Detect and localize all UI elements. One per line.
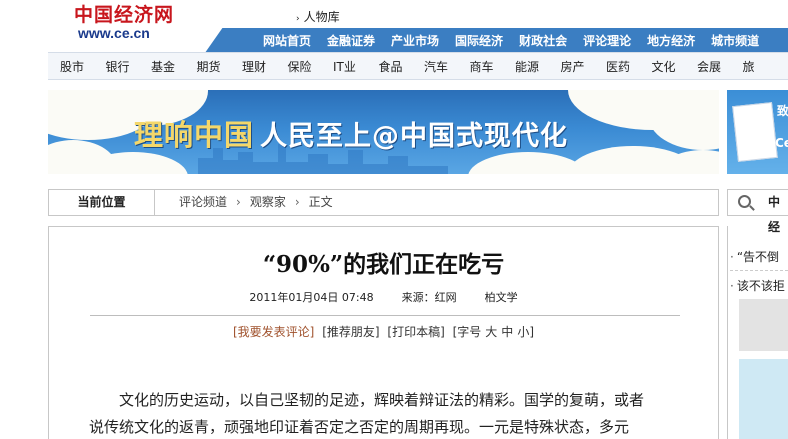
article-author: 柏文学 <box>484 291 518 304</box>
article-paragraph: 说传统文化的返青，顽强地印证着否定之否定的周期再现。一元是特殊状态，多元 <box>89 418 630 436</box>
banner-title: 理响中国 人民至上@中国式现代化 <box>134 112 568 154</box>
side-headline-text: “告不倒 <box>736 250 780 264</box>
main-nav-item-city[interactable]: 城市频道 <box>703 32 767 49</box>
main-nav-item-local-economy[interactable]: 地方经济 <box>639 32 703 49</box>
side-banner-text-bottom: Ce <box>775 136 788 150</box>
sub-nav-item-food[interactable]: 食品 <box>379 58 425 75</box>
sub-nav-item-auto[interactable]: 汽车 <box>424 58 470 75</box>
print-article-link[interactable]: [打印本稿] <box>387 325 444 339</box>
side-search-label: 中经 <box>768 195 781 234</box>
main-nav: 网站首页 金融证券 产业市场 国际经济 财政社会 评论理论 地方经济 城市频道 <box>225 28 788 52</box>
main-nav-item-industry[interactable]: 产业市场 <box>383 32 447 49</box>
sub-nav-item-medicine[interactable]: 医药 <box>606 58 652 75</box>
side-placeholder-box <box>739 299 788 351</box>
main-nav-item-home[interactable]: 网站首页 <box>255 32 319 49</box>
main-nav-item-finance[interactable]: 金融证券 <box>319 32 383 49</box>
divider <box>90 315 680 316</box>
arrow-right-icon: › <box>296 14 300 24</box>
bullet-icon: · <box>730 279 734 293</box>
main-nav-item-international[interactable]: 国际经济 <box>447 32 511 49</box>
sub-nav-item-exhibition[interactable]: 会展 <box>697 58 743 75</box>
sub-nav-item-insurance[interactable]: 保险 <box>288 58 334 75</box>
banner-title-part1: 理响中国 <box>134 118 255 152</box>
divider <box>730 270 788 271</box>
sub-nav-item-culture[interactable]: 文化 <box>652 58 698 75</box>
post-comment-link[interactable]: [我要发表评论] <box>233 325 314 339</box>
article-source: 来源：红网 <box>401 291 457 304</box>
font-size-label: [字号 <box>452 325 482 339</box>
main-nav-item-opinion[interactable]: 评论理论 <box>575 32 639 49</box>
side-search-box[interactable]: 中经 <box>727 189 788 234</box>
logo-url: www.ce.cn <box>78 25 150 41</box>
breadcrumb-item-observer[interactable]: 观察家 <box>250 195 286 209</box>
font-size-medium-button[interactable]: 中 <box>501 325 513 339</box>
site-logo[interactable]: 中国经济网 www.ce.cn <box>74 4 194 44</box>
list-item[interactable]: · 该不该拒 <box>730 273 788 299</box>
sub-nav-item-stocks[interactable]: 股市 <box>60 58 106 75</box>
side-banner-text-top: 致 <box>777 104 788 118</box>
article-panel: “90%”的我们正在吃亏 2011年01月04日 07:48 来源：红网 柏文学 [… <box>48 226 719 439</box>
sub-nav-item-funds[interactable]: 基金 <box>151 58 197 75</box>
breadcrumb-path: 评论频道 › 观察家 › 正文 <box>179 190 333 215</box>
sub-nav-item-commercial-vehicles[interactable]: 商车 <box>470 58 516 75</box>
breadcrumb-item-opinion[interactable]: 评论频道 <box>179 195 227 209</box>
chevron-right-icon: › <box>294 195 300 209</box>
sub-nav: 股市 银行 基金 期货 理财 保险 IT业 食品 汽车 商车 能源 房产 医药 … <box>48 52 788 80</box>
people-database-link[interactable]: › 人物库 <box>296 8 340 25</box>
people-database-label: 人物库 <box>303 10 340 24</box>
side-headline-list: · “告不倒 · 该不该拒 <box>730 244 788 299</box>
font-size-small-button[interactable]: 小] <box>517 325 534 339</box>
breadcrumb: 当前位置 评论频道 › 观察家 › 正文 <box>48 189 719 216</box>
main-nav-item-fiscal-society[interactable]: 财政社会 <box>511 32 575 49</box>
sub-nav-item-banks[interactable]: 银行 <box>106 58 152 75</box>
logo-chinese-name: 中国经济网 <box>74 4 175 26</box>
article-tools: [我要发表评论] [推荐朋友] [打印本稿] [字号大中小] <box>49 323 718 340</box>
article-date: 2011年01月04日 07:48 <box>249 291 374 304</box>
recommend-friend-link[interactable]: [推荐朋友] <box>322 325 379 339</box>
list-item[interactable]: · “告不倒 <box>730 244 788 270</box>
sub-nav-item-real-estate[interactable]: 房产 <box>561 58 607 75</box>
article-meta: 2011年01月04日 07:48 来源：红网 柏文学 <box>49 289 718 305</box>
bullet-icon: · <box>730 250 734 264</box>
breadcrumb-label: 当前位置 <box>49 190 155 215</box>
envelope-card-graphic <box>732 102 778 162</box>
breadcrumb-item-article: 正文 <box>308 195 333 209</box>
article-title: “90%”的我们正在吃亏 <box>262 251 505 278</box>
sub-nav-item-it[interactable]: IT业 <box>333 58 379 75</box>
banner-title-part2: 人民至上@中国式现代化 <box>260 121 569 152</box>
sub-nav-item-travel[interactable]: 旅 <box>743 58 788 75</box>
chevron-right-icon: › <box>236 195 241 209</box>
promo-banner[interactable]: 理响中国 人民至上@中国式现代化 <box>48 90 719 174</box>
side-promo-banner[interactable]: 致 Ce <box>727 90 788 174</box>
side-column-border <box>727 226 728 439</box>
side-image[interactable] <box>739 359 788 439</box>
article-paragraph: 文化的历史运动，以自己坚韧的足迹，辉映着辩证法的精彩。国学的复萌，或者 <box>119 391 645 409</box>
sub-nav-item-wealth[interactable]: 理财 <box>242 58 288 75</box>
font-size-large-button[interactable]: 大 <box>485 325 497 339</box>
sub-nav-item-futures[interactable]: 期货 <box>197 58 243 75</box>
side-headline-text: 该不该拒 <box>736 279 785 293</box>
article-body: 文化的历史运动，以自己坚韧的足迹，辉映着辩证法的精彩。国学的复萌，或者 说传统文… <box>89 387 649 439</box>
search-icon <box>738 195 751 208</box>
sub-nav-item-energy[interactable]: 能源 <box>515 58 561 75</box>
